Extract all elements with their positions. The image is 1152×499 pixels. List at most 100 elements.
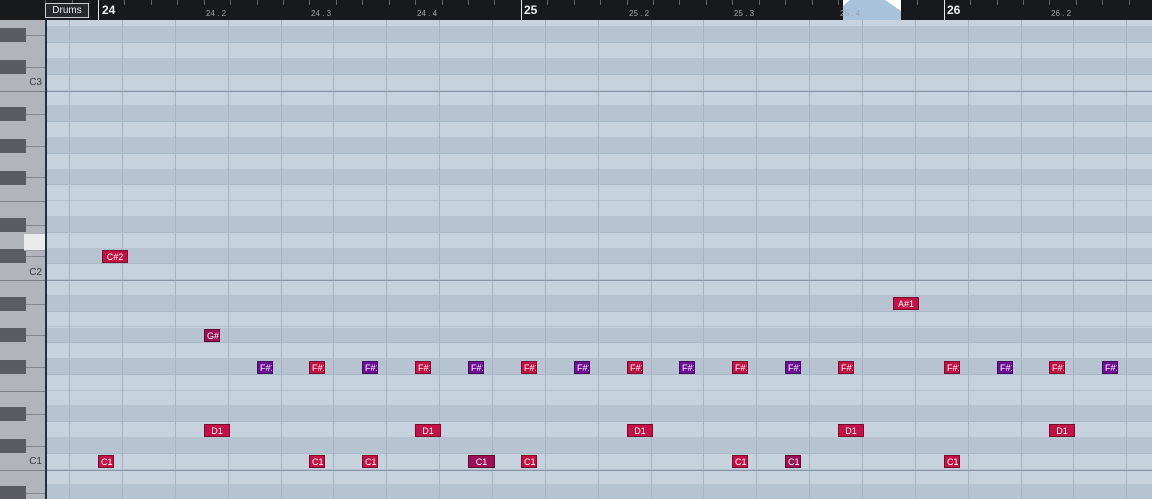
midi-note[interactable]: F#1 <box>838 360 854 374</box>
midi-note[interactable]: F#1 <box>627 360 643 374</box>
ruler-tick <box>812 0 813 5</box>
midi-note[interactable]: F#1 <box>785 360 801 374</box>
midi-note[interactable]: F#1 <box>257 360 273 374</box>
ruler-tick <box>785 0 786 5</box>
grid-beat-line <box>703 20 704 499</box>
ruler-tick <box>468 0 469 5</box>
octave-label-C2: C2 <box>29 266 42 278</box>
piano-key-black-D#3[interactable] <box>0 28 26 43</box>
piano-key-black-F#1[interactable] <box>0 359 26 374</box>
octave-label-C1: C1 <box>29 456 42 468</box>
midi-note[interactable]: C1 <box>98 455 114 469</box>
piano-roll-editor: C#2 A#1 G#1 F#1 F#1 F#1 F#1 F#1 F#1 F#1 F#1 F#1 F#1 F… <box>0 0 1152 499</box>
grid-row-F2 <box>47 185 1152 202</box>
ruler-label: 24 . 2 <box>206 9 227 18</box>
white-key-separator <box>26 35 45 37</box>
midi-note[interactable]: C1 <box>362 455 378 469</box>
ruler-tick <box>706 0 707 5</box>
ruler-tick <box>1102 0 1103 5</box>
midi-note[interactable]: D1 <box>415 423 441 437</box>
midi-note[interactable]: F#1 <box>574 360 590 374</box>
grid-row-A#2 <box>47 106 1152 123</box>
midi-note[interactable]: C1 <box>521 455 537 469</box>
grid-row-C3 <box>47 74 1152 91</box>
white-key-separator <box>26 256 45 258</box>
midi-note[interactable]: A#1 <box>893 297 919 311</box>
midi-note[interactable]: C1 <box>944 455 960 469</box>
grid-beat-line <box>492 20 493 499</box>
ruler-tick <box>336 0 337 5</box>
note-grid[interactable]: C#2 A#1 G#1 F#1 F#1 F#1 F#1 F#1 F#1 F#1 F#1 F#1 F#1 F… <box>0 0 1152 499</box>
ruler-tick <box>600 0 601 5</box>
piano-key-black-G#2[interactable] <box>0 138 26 153</box>
piano-key-black-C#2[interactable] <box>0 249 26 264</box>
midi-note[interactable]: D1 <box>627 423 653 437</box>
part-name-chip[interactable]: Drums <box>45 3 89 18</box>
ruler-tick <box>759 0 760 5</box>
midi-note[interactable]: C1 <box>309 455 325 469</box>
midi-note[interactable]: C1 <box>785 455 801 469</box>
piano-key-black-A#1[interactable] <box>0 296 26 311</box>
midi-note[interactable]: C1 <box>468 455 495 469</box>
piano-key-black-G#1[interactable] <box>0 328 26 343</box>
piano-key-black-C#3[interactable] <box>0 59 26 74</box>
ruler-tick <box>679 0 680 5</box>
midi-note[interactable]: F#1 <box>732 360 748 374</box>
ruler-label: 25 . 4 <box>840 9 861 18</box>
octave-divider <box>47 90 1152 92</box>
ruler-tick <box>362 0 363 5</box>
midi-note[interactable]: F#1 <box>468 360 484 374</box>
midi-note[interactable]: C1 <box>732 455 748 469</box>
midi-note[interactable]: D1 <box>1049 423 1075 437</box>
piano-key-black-A#0[interactable] <box>0 486 26 499</box>
white-key-separator <box>26 66 45 68</box>
ruler-label: 24 . 3 <box>311 9 332 18</box>
grid-beat-line <box>281 20 282 499</box>
midi-note[interactable]: F#1 <box>362 360 378 374</box>
bar-start-line <box>521 0 522 20</box>
piano-key-black-D#2[interactable] <box>0 217 26 232</box>
ruler-tick <box>415 0 416 5</box>
midi-note[interactable]: C#2 <box>102 250 128 264</box>
grid-row-D#2 <box>47 216 1152 233</box>
ruler-tick <box>257 0 258 5</box>
ruler-label: 26 . 2 <box>1051 9 1072 18</box>
piano-key-black-F#2[interactable] <box>0 170 26 185</box>
locator-handle-icon <box>843 0 850 6</box>
grid-row-D#3 <box>47 27 1152 44</box>
midi-note[interactable]: F#1 <box>1049 360 1065 374</box>
midi-note[interactable]: F#1 <box>679 360 695 374</box>
white-key-boundary <box>0 390 45 392</box>
grid-row-G1 <box>47 343 1152 360</box>
midi-note[interactable]: F#1 <box>997 360 1013 374</box>
piano-key-black-D#1[interactable] <box>0 407 26 422</box>
midi-note[interactable]: F#1 <box>521 360 537 374</box>
grid-beat-line <box>545 20 546 499</box>
grid-beat-line <box>809 20 810 499</box>
part-name-label: Drums <box>52 5 82 16</box>
ruler-tick <box>917 0 918 5</box>
timeline-ruler[interactable]: 24 24 . 2 24 . 3 24 . 4 25 25 . 2 25 . 3 25 . 4… <box>0 0 1152 20</box>
piano-key-black-A#2[interactable] <box>0 107 26 122</box>
midi-note[interactable]: F#1 <box>1102 360 1118 374</box>
ruler-tick <box>1129 0 1130 5</box>
grid-row-E2 <box>47 201 1152 217</box>
grid-row-B0 <box>47 469 1152 486</box>
midi-note[interactable]: D1 <box>838 423 864 437</box>
white-key-separator <box>26 493 45 495</box>
grid-row-C2 <box>47 264 1152 281</box>
grid-beat-line <box>756 20 757 499</box>
midi-note[interactable]: D1 <box>204 423 230 437</box>
grid-row-C#1 <box>47 438 1152 454</box>
midi-note[interactable]: F#1 <box>944 360 960 374</box>
grid-row-B1 <box>47 280 1152 296</box>
midi-note[interactable]: G#1 <box>204 329 220 342</box>
grid-beat-line <box>1126 20 1127 499</box>
piano-key-black-C#1[interactable] <box>0 438 26 453</box>
locator-handle-icon <box>885 0 901 11</box>
midi-note[interactable]: F#1 <box>309 360 325 374</box>
ruler-label: 26 <box>947 3 961 17</box>
ruler-tick <box>1049 0 1050 5</box>
ruler-tick <box>653 0 654 5</box>
midi-note[interactable]: F#1 <box>415 360 431 374</box>
